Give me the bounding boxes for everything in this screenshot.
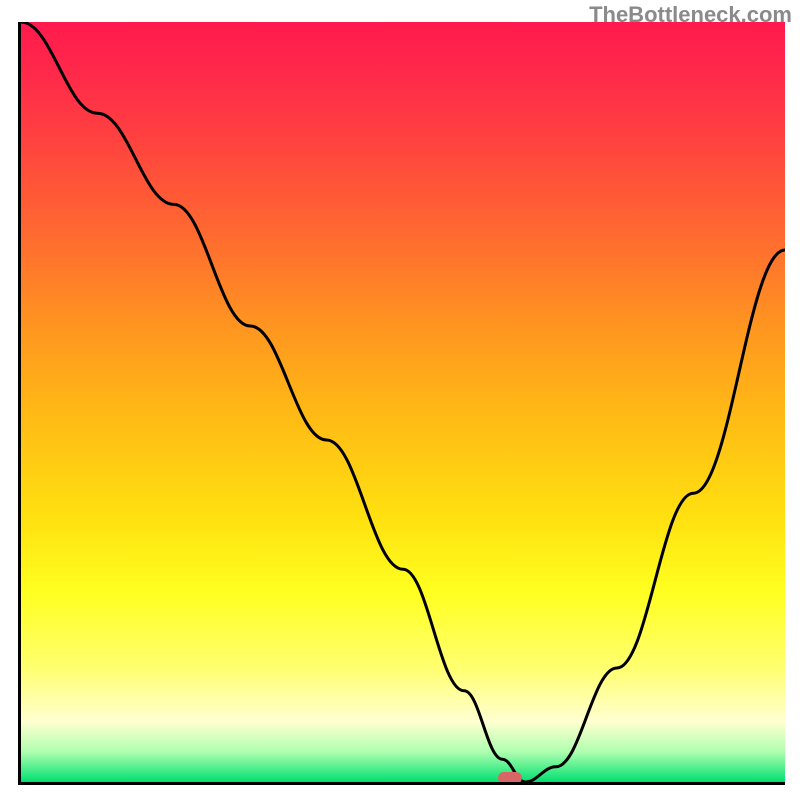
bottleneck-curve-path: [21, 22, 785, 782]
bottleneck-chart: TheBottleneck.com: [0, 0, 800, 800]
plot-area: [18, 22, 785, 785]
watermark-text: TheBottleneck.com: [589, 2, 792, 28]
curve-svg: [21, 22, 785, 782]
optimal-marker: [498, 772, 522, 784]
